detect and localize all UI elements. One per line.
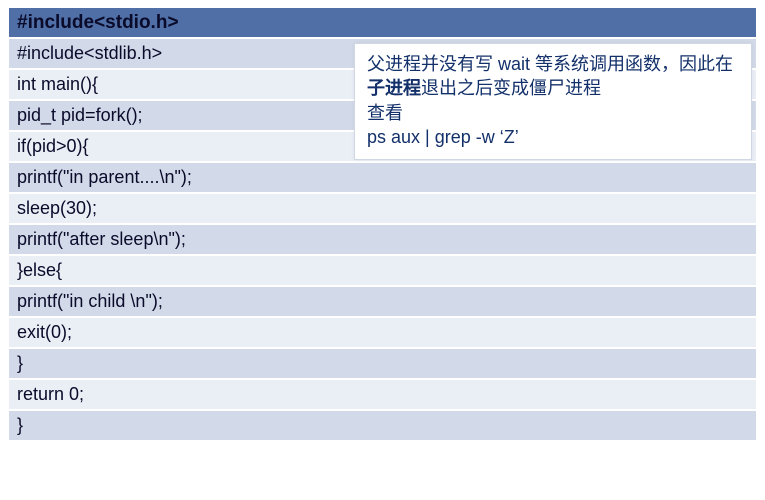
slide: #include<stdio.h> #include<stdlib.h> int… (0, 0, 765, 500)
callout-text: 退出之后变成僵尸进程 (421, 78, 601, 98)
code-row: printf("after sleep\n"); (8, 224, 757, 255)
code-line: printf("in child \n"); (8, 286, 757, 317)
code-line: } (8, 410, 757, 441)
code-row: }else{ (8, 255, 757, 286)
code-row: sleep(30); (8, 193, 757, 224)
code-line: printf("after sleep\n"); (8, 224, 757, 255)
explanation-callout: 父进程并没有写 wait 等系统调用函数，因此在子进程退出之后变成僵尸进程 查看… (354, 43, 752, 160)
callout-text: 父进程并没有写 wait 等系统调用函数，因此在 (367, 54, 733, 74)
code-line: return 0; (8, 379, 757, 410)
code-line: sleep(30); (8, 193, 757, 224)
callout-bold: 子进程 (367, 78, 421, 98)
code-header-row: #include<stdio.h> (8, 7, 757, 38)
code-row: return 0; (8, 379, 757, 410)
code-line: exit(0); (8, 317, 757, 348)
code-line: printf("in parent....\n"); (8, 162, 757, 193)
code-row: printf("in child \n"); (8, 286, 757, 317)
code-line: }else{ (8, 255, 757, 286)
code-row: } (8, 348, 757, 379)
code-row: printf("in parent....\n"); (8, 162, 757, 193)
callout-line-2: 查看 (367, 101, 739, 125)
callout-line-3: ps aux | grep -w ‘Z’ (367, 125, 739, 149)
code-line: } (8, 348, 757, 379)
code-header: #include<stdio.h> (8, 7, 757, 38)
code-row: exit(0); (8, 317, 757, 348)
code-row: } (8, 410, 757, 441)
callout-line-1: 父进程并没有写 wait 等系统调用函数，因此在子进程退出之后变成僵尸进程 (367, 52, 739, 101)
